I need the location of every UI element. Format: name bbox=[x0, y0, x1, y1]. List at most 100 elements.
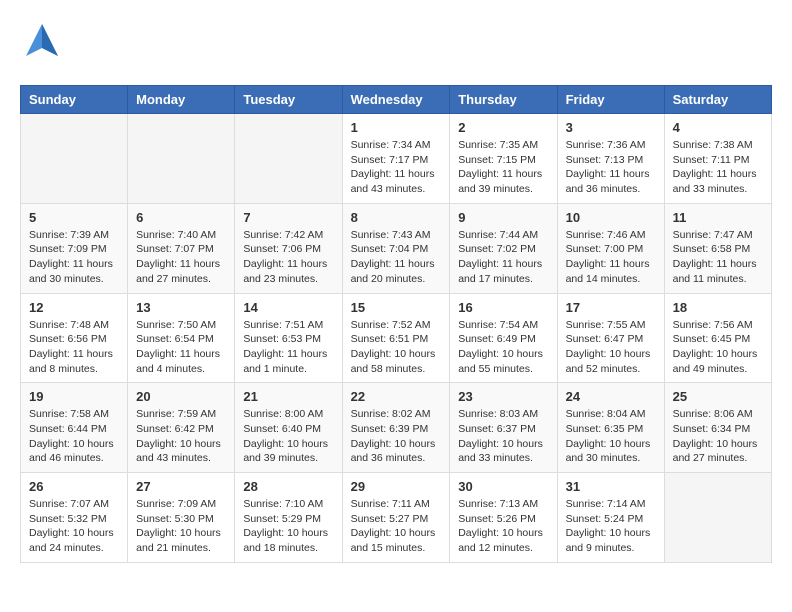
day-info: Sunrise: 7:47 AM Sunset: 6:58 PM Dayligh… bbox=[673, 228, 763, 287]
calendar-cell: 23Sunrise: 8:03 AM Sunset: 6:37 PM Dayli… bbox=[450, 383, 557, 473]
logo bbox=[20, 20, 72, 69]
calendar-cell: 18 Sunrise: 7:56 AM Sunset: 6:45 PM Dayli… bbox=[664, 293, 771, 383]
day-info: Sunrise: 7:54 AM Sunset: 6:49 PM Dayligh… bbox=[458, 318, 548, 377]
calendar-header-thursday: Thursday bbox=[450, 86, 557, 114]
day-number: 17 bbox=[566, 300, 656, 315]
calendar-header-saturday: Saturday bbox=[664, 86, 771, 114]
day-number: 23 bbox=[458, 389, 548, 404]
day-info: Sunrise: 7:43 AM Sunset: 7:04 PM Dayligh… bbox=[351, 228, 442, 287]
calendar-cell: 19Sunrise: 7:58 AM Sunset: 6:44 PM Dayli… bbox=[21, 383, 128, 473]
day-number: 16 bbox=[458, 300, 548, 315]
calendar-cell: 21 Sunrise: 8:00 AM Sunset: 6:40 PM Dayli… bbox=[235, 383, 342, 473]
day-number: 21 bbox=[243, 389, 333, 404]
day-info: Sunrise: 7:50 AM Sunset: 6:54 PM Dayligh… bbox=[136, 318, 226, 377]
day-info: Sunrise: 7:13 AM Sunset: 5:26 PM Dayligh… bbox=[458, 497, 548, 556]
day-number: 11 bbox=[673, 210, 763, 225]
calendar-cell: 3 Sunrise: 7:36 AM Sunset: 7:13 PM Daylig… bbox=[557, 114, 664, 204]
calendar-cell: 6 Sunrise: 7:40 AM Sunset: 7:07 PM Daylig… bbox=[128, 203, 235, 293]
day-info: Sunrise: 7:52 AM Sunset: 6:51 PM Dayligh… bbox=[351, 318, 442, 377]
day-number: 10 bbox=[566, 210, 656, 225]
day-number: 31 bbox=[566, 479, 656, 494]
day-number: 3 bbox=[566, 120, 656, 135]
calendar-header-row: SundayMondayTuesdayWednesdayThursdayFrid… bbox=[21, 86, 772, 114]
day-info: Sunrise: 7:46 AM Sunset: 7:00 PM Dayligh… bbox=[566, 228, 656, 287]
day-info: Sunrise: 7:36 AM Sunset: 7:13 PM Dayligh… bbox=[566, 138, 656, 197]
calendar-cell: 1 Sunrise: 7:34 AM Sunset: 7:17 PM Daylig… bbox=[342, 114, 450, 204]
day-number: 9 bbox=[458, 210, 548, 225]
day-info: Sunrise: 7:40 AM Sunset: 7:07 PM Dayligh… bbox=[136, 228, 226, 287]
calendar-cell: 30 Sunrise: 7:13 AM Sunset: 5:26 PM Dayli… bbox=[450, 473, 557, 563]
calendar-week-row: 19Sunrise: 7:58 AM Sunset: 6:44 PM Dayli… bbox=[21, 383, 772, 473]
calendar-cell: 15 Sunrise: 7:52 AM Sunset: 6:51 PM Dayli… bbox=[342, 293, 450, 383]
day-info: Sunrise: 7:39 AM Sunset: 7:09 PM Dayligh… bbox=[29, 228, 119, 287]
day-number: 19 bbox=[29, 389, 119, 404]
day-info: Sunrise: 7:56 AM Sunset: 6:45 PM Dayligh… bbox=[673, 318, 763, 377]
calendar-cell: 26 Sunrise: 7:07 AM Sunset: 5:32 PM Dayli… bbox=[21, 473, 128, 563]
day-number: 15 bbox=[351, 300, 442, 315]
calendar-header-monday: Monday bbox=[128, 86, 235, 114]
day-number: 4 bbox=[673, 120, 763, 135]
calendar-cell: 20 Sunrise: 7:59 AM Sunset: 6:42 PM Dayli… bbox=[128, 383, 235, 473]
day-info: Sunrise: 8:06 AM Sunset: 6:34 PM Dayligh… bbox=[673, 407, 763, 466]
day-number: 8 bbox=[351, 210, 442, 225]
calendar-header-tuesday: Tuesday bbox=[235, 86, 342, 114]
calendar-cell: 29 Sunrise: 7:11 AM Sunset: 5:27 PM Dayli… bbox=[342, 473, 450, 563]
day-number: 6 bbox=[136, 210, 226, 225]
calendar-week-row: 5 Sunrise: 7:39 AM Sunset: 7:09 PM Daylig… bbox=[21, 203, 772, 293]
day-number: 7 bbox=[243, 210, 333, 225]
day-info: Sunrise: 8:04 AM Sunset: 6:35 PM Dayligh… bbox=[566, 407, 656, 466]
calendar-cell: 5 Sunrise: 7:39 AM Sunset: 7:09 PM Daylig… bbox=[21, 203, 128, 293]
calendar-cell: 22 Sunrise: 8:02 AM Sunset: 6:39 PM Dayli… bbox=[342, 383, 450, 473]
calendar-cell: 2 Sunrise: 7:35 AM Sunset: 7:15 PM Daylig… bbox=[450, 114, 557, 204]
day-number: 27 bbox=[136, 479, 226, 494]
day-info: Sunrise: 8:00 AM Sunset: 6:40 PM Dayligh… bbox=[243, 407, 333, 466]
day-info: Sunrise: 8:02 AM Sunset: 6:39 PM Dayligh… bbox=[351, 407, 442, 466]
calendar-cell bbox=[128, 114, 235, 204]
calendar-cell: 12Sunrise: 7:48 AM Sunset: 6:56 PM Dayli… bbox=[21, 293, 128, 383]
day-info: Sunrise: 7:34 AM Sunset: 7:17 PM Dayligh… bbox=[351, 138, 442, 197]
day-number: 2 bbox=[458, 120, 548, 135]
calendar-week-row: 1 Sunrise: 7:34 AM Sunset: 7:17 PM Daylig… bbox=[21, 114, 772, 204]
calendar-week-row: 26 Sunrise: 7:07 AM Sunset: 5:32 PM Dayli… bbox=[21, 473, 772, 563]
day-number: 5 bbox=[29, 210, 119, 225]
day-info: Sunrise: 7:09 AM Sunset: 5:30 PM Dayligh… bbox=[136, 497, 226, 556]
day-number: 18 bbox=[673, 300, 763, 315]
calendar-cell: 17 Sunrise: 7:55 AM Sunset: 6:47 PM Dayli… bbox=[557, 293, 664, 383]
calendar-cell: 11 Sunrise: 7:47 AM Sunset: 6:58 PM Dayli… bbox=[664, 203, 771, 293]
calendar-cell: 14Sunrise: 7:51 AM Sunset: 6:53 PM Dayli… bbox=[235, 293, 342, 383]
day-info: Sunrise: 7:44 AM Sunset: 7:02 PM Dayligh… bbox=[458, 228, 548, 287]
calendar-week-row: 12Sunrise: 7:48 AM Sunset: 6:56 PM Dayli… bbox=[21, 293, 772, 383]
day-info: Sunrise: 7:55 AM Sunset: 6:47 PM Dayligh… bbox=[566, 318, 656, 377]
calendar-cell bbox=[21, 114, 128, 204]
day-info: Sunrise: 7:07 AM Sunset: 5:32 PM Dayligh… bbox=[29, 497, 119, 556]
calendar-cell bbox=[235, 114, 342, 204]
calendar-cell: 7Sunrise: 7:42 AM Sunset: 7:06 PM Daylig… bbox=[235, 203, 342, 293]
day-info: Sunrise: 7:38 AM Sunset: 7:11 PM Dayligh… bbox=[673, 138, 763, 197]
day-info: Sunrise: 7:35 AM Sunset: 7:15 PM Dayligh… bbox=[458, 138, 548, 197]
calendar-cell: 10 Sunrise: 7:46 AM Sunset: 7:00 PM Dayli… bbox=[557, 203, 664, 293]
calendar-cell: 31Sunrise: 7:14 AM Sunset: 5:24 PM Dayli… bbox=[557, 473, 664, 563]
day-number: 22 bbox=[351, 389, 442, 404]
calendar-cell: 25Sunrise: 8:06 AM Sunset: 6:34 PM Dayli… bbox=[664, 383, 771, 473]
calendar-cell bbox=[664, 473, 771, 563]
day-info: Sunrise: 7:10 AM Sunset: 5:29 PM Dayligh… bbox=[243, 497, 333, 556]
calendar-cell: 27 Sunrise: 7:09 AM Sunset: 5:30 PM Dayli… bbox=[128, 473, 235, 563]
calendar-cell: 8 Sunrise: 7:43 AM Sunset: 7:04 PM Daylig… bbox=[342, 203, 450, 293]
day-number: 20 bbox=[136, 389, 226, 404]
calendar-header-sunday: Sunday bbox=[21, 86, 128, 114]
day-info: Sunrise: 7:59 AM Sunset: 6:42 PM Dayligh… bbox=[136, 407, 226, 466]
day-info: Sunrise: 7:48 AM Sunset: 6:56 PM Dayligh… bbox=[29, 318, 119, 377]
day-info: Sunrise: 7:11 AM Sunset: 5:27 PM Dayligh… bbox=[351, 497, 442, 556]
day-number: 26 bbox=[29, 479, 119, 494]
day-number: 30 bbox=[458, 479, 548, 494]
calendar-cell: 24 Sunrise: 8:04 AM Sunset: 6:35 PM Dayli… bbox=[557, 383, 664, 473]
day-number: 24 bbox=[566, 389, 656, 404]
page-header bbox=[20, 20, 772, 69]
calendar-table: SundayMondayTuesdayWednesdayThursdayFrid… bbox=[20, 85, 772, 563]
calendar-cell: 16 Sunrise: 7:54 AM Sunset: 6:49 PM Dayli… bbox=[450, 293, 557, 383]
day-number: 1 bbox=[351, 120, 442, 135]
calendar-cell: 13 Sunrise: 7:50 AM Sunset: 6:54 PM Dayli… bbox=[128, 293, 235, 383]
day-number: 13 bbox=[136, 300, 226, 315]
day-number: 29 bbox=[351, 479, 442, 494]
calendar-cell: 28Sunrise: 7:10 AM Sunset: 5:29 PM Dayli… bbox=[235, 473, 342, 563]
